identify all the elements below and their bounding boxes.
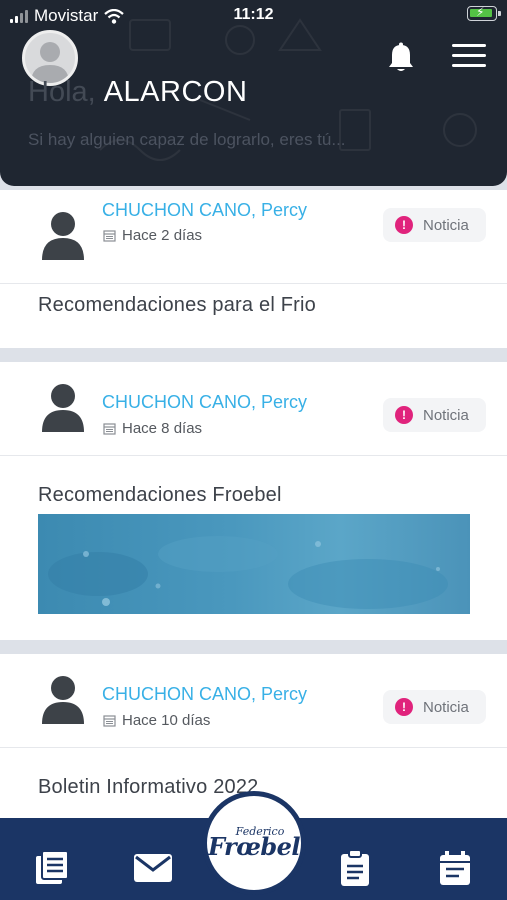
- bell-icon[interactable]: [386, 42, 416, 74]
- post-type-label: Noticia: [423, 216, 469, 234]
- post-date-label: Hace 2 días: [122, 227, 203, 244]
- author-avatar-icon: [42, 676, 84, 724]
- post-image[interactable]: [38, 514, 470, 614]
- clock: 11:12: [233, 6, 274, 23]
- school-logo-button[interactable]: Federico Frœbel: [202, 791, 306, 895]
- logo-main-text: Frœbel: [207, 832, 301, 861]
- post-type-label: Noticia: [423, 406, 469, 424]
- mail-icon[interactable]: [133, 850, 173, 886]
- post-title[interactable]: Boletin Informativo 2022: [38, 776, 258, 799]
- hamburger-menu-icon[interactable]: [452, 44, 488, 70]
- post-type-badge: ! Noticia: [383, 398, 486, 432]
- author-avatar-icon: [42, 212, 84, 260]
- alert-icon: !: [395, 216, 413, 234]
- post-meta: CHUCHON CANO, Percy Hace 2 días ! Notici…: [0, 190, 507, 284]
- battery-icon: ⚡: [467, 5, 501, 21]
- alert-icon: !: [395, 698, 413, 716]
- post-date: Hace 10 días: [103, 712, 210, 729]
- user-name: ALARCON: [103, 76, 248, 108]
- post-date: Hace 2 días: [103, 227, 202, 244]
- calendar-small-icon: [103, 230, 116, 242]
- post-type-badge: ! Noticia: [383, 208, 486, 242]
- app-header: Movistar 11:12 ⚡ Hola, ALARCON Si hay alg…: [0, 0, 507, 186]
- post-date-label: Hace 10 días: [122, 712, 211, 729]
- post-type-label: Noticia: [423, 698, 469, 716]
- news-icon[interactable]: [34, 850, 70, 886]
- clipboard-icon[interactable]: [337, 850, 373, 886]
- status-bar: Movistar 11:12 ⚡: [0, 0, 507, 30]
- post-meta: CHUCHON CANO, Percy Hace 8 días ! Notici…: [0, 362, 507, 456]
- post-author[interactable]: CHUCHON CANO, Percy: [102, 684, 307, 705]
- post-title[interactable]: Recomendaciones para el Frio: [38, 294, 316, 317]
- motto-text: Si hay alguien capaz de lograrlo, eres t…: [28, 130, 346, 149]
- post-author[interactable]: CHUCHON CANO, Percy: [102, 200, 307, 221]
- post-card[interactable]: CHUCHON CANO, Percy Hace 8 días ! Notici…: [0, 362, 507, 640]
- post-type-badge: ! Noticia: [383, 690, 486, 724]
- post-date-label: Hace 8 días: [122, 420, 203, 437]
- author-avatar-icon: [42, 384, 84, 432]
- post-title[interactable]: Recomendaciones Froebel: [38, 484, 282, 507]
- post-author[interactable]: CHUCHON CANO, Percy: [102, 392, 307, 413]
- post-date: Hace 8 días: [103, 420, 202, 437]
- post-image-graphic: [38, 514, 470, 614]
- greeting: Hola, ALARCON: [28, 76, 247, 109]
- calendar-small-icon: [103, 423, 116, 435]
- calendar-icon[interactable]: [437, 850, 473, 886]
- post-meta: CHUCHON CANO, Percy Hace 10 días ! Notic…: [0, 654, 507, 748]
- calendar-small-icon: [103, 715, 116, 727]
- alert-icon: !: [395, 406, 413, 424]
- post-card[interactable]: CHUCHON CANO, Percy Hace 2 días ! Notici…: [0, 190, 507, 348]
- greeting-prefix: Hola,: [28, 76, 96, 108]
